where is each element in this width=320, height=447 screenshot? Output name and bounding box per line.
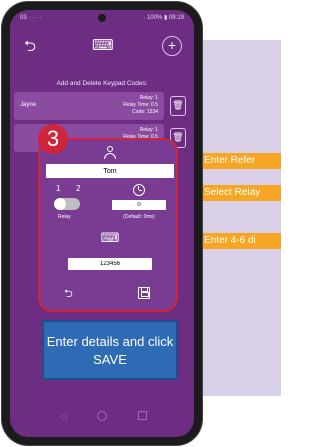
step-badge: 3 — [38, 124, 68, 154]
instruction-callout: Enter details and click SAVE — [42, 320, 178, 380]
relay-label: Relay — [58, 214, 71, 220]
app-header: ⮌ ⌨ + — [10, 26, 194, 70]
user-icon — [104, 146, 116, 159]
code-time: Relay Time: 0.5 — [123, 102, 158, 108]
back-arrow-icon[interactable]: ⮌ — [24, 38, 42, 56]
section-title: Add and Delete Keypad Codes: — [56, 80, 148, 87]
relay-options: 12 — [56, 184, 96, 193]
camera-hole — [98, 14, 106, 22]
nav-recent-icon[interactable] — [138, 411, 147, 420]
code-input[interactable] — [68, 258, 152, 270]
code-row[interactable]: Jayne Relay: 1 Relay Time: 0.5 Code: 123… — [14, 92, 164, 120]
save-icon[interactable] — [138, 287, 150, 299]
user-icon-head — [107, 146, 113, 152]
status-right: · 100% ▮ 09:19 — [143, 15, 184, 21]
name-input[interactable] — [46, 164, 174, 178]
nav-home-icon[interactable] — [97, 411, 107, 421]
code-relay: Relay: 1 — [139, 95, 158, 101]
keypad-icon: ⌨ — [92, 37, 114, 54]
hint-enter-reference: Enter Refer — [200, 153, 281, 169]
user-icon-body — [104, 153, 116, 159]
nav-back-icon[interactable]: ◁ — [57, 410, 69, 422]
code-relay: Relay: 1 — [139, 127, 158, 133]
status-bar: 03 · · · · · 100% ▮ 09:19 — [10, 10, 194, 26]
hint-select-relay: Select Relay — [200, 185, 281, 201]
back-arrow-icon[interactable]: ⮌ — [64, 288, 78, 300]
relay-time-input[interactable] — [112, 200, 166, 210]
relay-option-2[interactable]: 2 — [76, 184, 96, 193]
add-code-form: 3 12 Relay (Default: 0ms) ⌨ ⮌ — [38, 124, 178, 312]
toggle-knob — [54, 198, 66, 210]
plus-circle-icon[interactable]: + — [162, 36, 182, 56]
phone-frame: 03 · · · · · 100% ▮ 09:19 ⮌ ⌨ + Add and … — [2, 2, 202, 445]
phone-screen: 03 · · · · · 100% ▮ 09:19 ⮌ ⌨ + Add and … — [10, 10, 194, 437]
relay-time-label: (Default: 0ms) — [123, 214, 155, 220]
code-value: Code: 1234 — [132, 109, 158, 115]
hint-enter-digits: Enter 4-6 di — [200, 233, 281, 249]
relay-toggle[interactable] — [54, 198, 80, 210]
tutorial-stage: Enter Refer Select Relay Enter 4-6 di 03… — [0, 0, 281, 447]
status-left: 03 · · · · — [20, 15, 42, 21]
trash-icon[interactable]: 🗑 — [170, 96, 186, 116]
keypad-icon: ⌨ — [100, 230, 120, 245]
android-nav-bar: ◁ — [10, 406, 194, 430]
code-details: Relay: 1 Relay Time: 0.5 Code: 1234 — [123, 95, 158, 116]
code-name: Jayne — [20, 102, 37, 108]
clock-icon — [133, 184, 145, 196]
side-panel — [200, 40, 281, 396]
relay-option-1[interactable]: 1 — [56, 184, 76, 193]
